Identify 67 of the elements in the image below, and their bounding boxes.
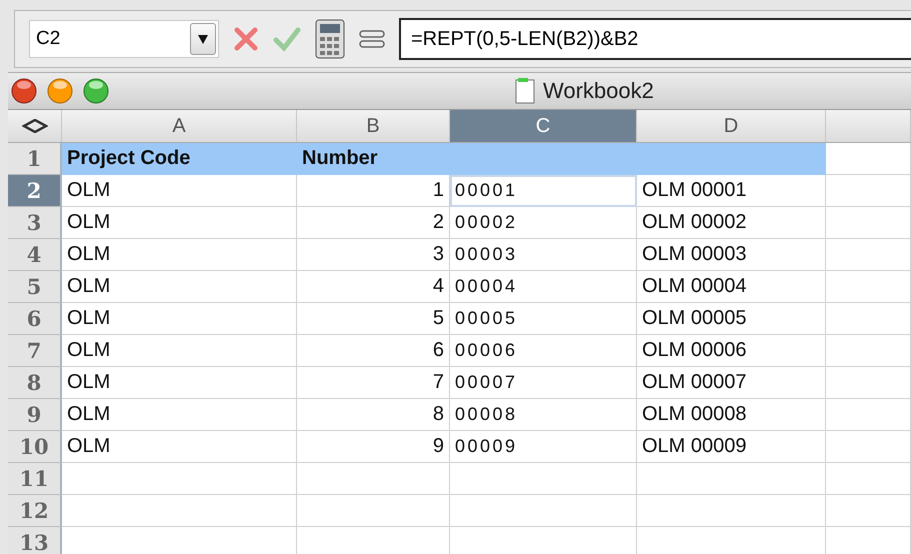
table-cell: 00006 (450, 335, 637, 367)
caret-icon (198, 34, 208, 44)
table-cell: OLM (62, 303, 297, 335)
table-cell: OLM 00003 (637, 239, 826, 271)
table-cell: OLM (62, 175, 297, 207)
column-header[interactable]: C (450, 110, 637, 142)
dropdown-button[interactable] (190, 23, 216, 55)
row-header[interactable]: 12 (8, 495, 62, 527)
row-header[interactable]: 3 (8, 207, 62, 239)
row-header[interactable]: 8 (8, 367, 62, 399)
table-cell: OLM 00004 (637, 271, 826, 303)
column-header[interactable]: A (62, 110, 297, 142)
table-cell: 7 (297, 367, 450, 399)
minimize-button[interactable] (46, 77, 74, 105)
table-cell: OLM (62, 239, 297, 271)
row-header[interactable]: 6 (8, 303, 62, 335)
column-title-cell: Project Code (62, 143, 297, 175)
table-cell: OLM (62, 399, 297, 431)
row-header[interactable]: 13 (8, 527, 62, 554)
row-header[interactable]: 1 (8, 143, 62, 175)
close-button[interactable] (10, 77, 38, 105)
table-cell: 00004 (450, 271, 637, 303)
formula-field[interactable]: =REPT(0,5-LEN(B2))&B2 (399, 18, 911, 60)
table-cell: 00003 (450, 239, 637, 271)
zoom-button[interactable] (82, 77, 110, 105)
table-cell: 1 (297, 175, 450, 207)
table-cell: 9 (297, 431, 450, 463)
document-icon (515, 78, 535, 104)
row-header[interactable]: 7 (8, 335, 62, 367)
row-header[interactable]: 4 (8, 239, 62, 271)
table-cell: 8 (297, 399, 450, 431)
equals-icon[interactable] (359, 30, 385, 48)
calculator-icon[interactable] (315, 19, 345, 59)
checkmark-icon[interactable] (273, 26, 301, 52)
table-cell: 00009 (450, 431, 637, 463)
row-header[interactable]: 10 (8, 431, 62, 463)
table-cell: OLM 00005 (637, 303, 826, 335)
table-cell: 00001 (450, 175, 637, 207)
table-cell: OLM (62, 431, 297, 463)
window-title: Workbook2 (543, 78, 654, 104)
table-cell: OLM (62, 335, 297, 367)
table-cell: OLM 00009 (637, 431, 826, 463)
row-header[interactable]: 9 (8, 399, 62, 431)
table-cell: OLM 00006 (637, 335, 826, 367)
table-cell: 00005 (450, 303, 637, 335)
table-cell: 3 (297, 239, 450, 271)
column-title-cell: Number (297, 143, 450, 175)
table-cell: OLM 00002 (637, 207, 826, 239)
select-all-icon[interactable] (22, 119, 48, 133)
table-cell: 4 (297, 271, 450, 303)
table-cell: 00008 (450, 399, 637, 431)
table-cell: 6 (297, 335, 450, 367)
table-cell: OLM (62, 207, 297, 239)
table-cell: OLM 00001 (637, 175, 826, 207)
table-cell: OLM (62, 271, 297, 303)
table-cell: 5 (297, 303, 450, 335)
table-cell: 00002 (450, 207, 637, 239)
row-header[interactable]: 5 (8, 271, 62, 303)
table-cell: OLM 00007 (637, 367, 826, 399)
table-cell: 00007 (450, 367, 637, 399)
row-header[interactable]: 11 (8, 463, 62, 495)
table-cell: OLM (62, 367, 297, 399)
row-header[interactable]: 2 (8, 175, 62, 207)
column-header[interactable]: D (637, 110, 826, 142)
table-cell: OLM 00008 (637, 399, 826, 431)
table-cell: 2 (297, 207, 450, 239)
name-box[interactable]: C2 (29, 20, 219, 58)
